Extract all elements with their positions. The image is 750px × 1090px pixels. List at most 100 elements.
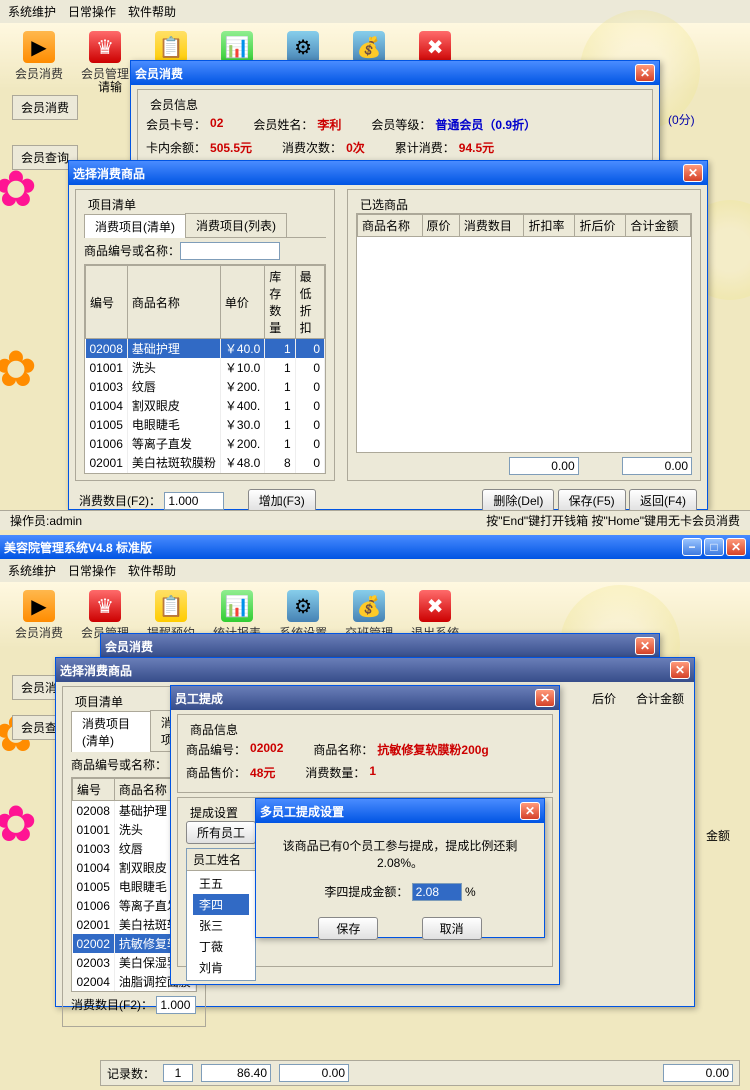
- balance: 505.5元: [210, 139, 252, 156]
- window-title: 会员消费: [105, 638, 153, 655]
- sum2: [622, 457, 692, 475]
- selected-table[interactable]: 商品名称原价消费数目折扣率折后价合计金额: [357, 214, 691, 237]
- col-header[interactable]: 单价: [220, 266, 264, 339]
- table-row[interactable]: 01005电眼睫毛￥30.010: [86, 415, 325, 434]
- table-row[interactable]: 02008基础护理￥40.010: [86, 339, 325, 359]
- col-header[interactable]: 编号: [86, 266, 128, 339]
- goods-price-label: 商品售价：: [186, 764, 246, 781]
- tab-grid[interactable]: 消费项目(列表): [185, 213, 287, 237]
- menu-item[interactable]: 系统维护: [8, 3, 56, 20]
- search-label: 商品编号或名称：: [71, 758, 167, 772]
- table-row[interactable]: 01006等离子直发￥200.10: [86, 434, 325, 453]
- add-button[interactable]: 增加(F3): [248, 489, 316, 512]
- proj-legend: 项目清单: [84, 196, 326, 213]
- table-row[interactable]: 02001美白祛斑软膜粉￥48.080: [86, 453, 325, 472]
- toolbar-会员消费[interactable]: ▶ 会员消费: [15, 590, 63, 641]
- toolbar-icon: ⚙: [287, 590, 319, 622]
- delete-button[interactable]: 删除(Del): [482, 489, 554, 512]
- save-button[interactable]: 保存: [318, 917, 378, 940]
- multi-employee-dialog: 多员工提成设置 ✕ 该商品已有0个员工参与提成，提成比例还剩2.08%。 李四提…: [255, 798, 545, 938]
- qty-label: 消费数目(F2)：: [79, 494, 161, 508]
- menubar: 系统维护 日常操作 软件帮助: [0, 559, 750, 582]
- menu-item[interactable]: 日常操作: [68, 3, 116, 20]
- employee-list[interactable]: 员工姓名 王五李四张三丁薇刘肯: [186, 848, 256, 981]
- qty-label: 消费数目(F2)：: [71, 998, 153, 1012]
- footer-val2: [279, 1064, 349, 1082]
- col-header[interactable]: 折后价: [575, 215, 626, 237]
- selected-legend: 已选商品: [356, 196, 692, 213]
- toolbar-icon: 💰: [353, 31, 385, 63]
- save-button[interactable]: 保存(F5): [558, 489, 626, 512]
- tab-list[interactable]: 消费项目(清单): [71, 711, 151, 752]
- record-count: [163, 1064, 193, 1082]
- col-header[interactable]: 原价: [422, 215, 459, 237]
- col-header[interactable]: 折扣率: [524, 215, 575, 237]
- col-header[interactable]: 最低折扣: [295, 266, 324, 339]
- qty-input[interactable]: [164, 492, 224, 510]
- menu-item[interactable]: 系统维护: [8, 562, 56, 579]
- operator-label: 操作员:: [10, 514, 49, 528]
- toolbar-icon: ✖: [419, 590, 451, 622]
- app-titlebar: 美容院管理系统V4.8 标准版 − □ ✕: [0, 535, 750, 559]
- side-member-consume[interactable]: 会员消费: [12, 95, 78, 120]
- maximize-icon[interactable]: □: [704, 538, 724, 556]
- qty-input[interactable]: [156, 996, 196, 1014]
- goods-table[interactable]: 编号商品名称单价库存数量最低折扣02008基础护理￥40.01001001洗头￥…: [85, 265, 325, 474]
- app-title: 美容院管理系统V4.8 标准版: [4, 539, 152, 556]
- toolbar-icon: ⚙: [287, 31, 319, 63]
- col-header[interactable]: 合计金额: [626, 215, 691, 237]
- table-row[interactable]: 02002抗敏修复软膜粉￥48.0100: [86, 472, 325, 474]
- close-icon[interactable]: ✕: [635, 637, 655, 655]
- col-header[interactable]: 编号: [73, 779, 115, 801]
- cancel-button[interactable]: 取消: [422, 917, 482, 940]
- times-label: 消费次数：: [282, 139, 342, 156]
- tab-list[interactable]: 消费项目(清单): [84, 214, 186, 238]
- table-row[interactable]: 01001洗头￥10.010: [86, 358, 325, 377]
- close-icon[interactable]: ✕: [535, 689, 555, 707]
- table-row[interactable]: 01004割双眼皮￥400.10: [86, 396, 325, 415]
- toolbar-会员消费[interactable]: ▶会员消费: [15, 31, 63, 82]
- goods-qty-label: 消费数量：: [305, 764, 365, 781]
- member-level: 普通会员（0.9折）: [435, 116, 536, 133]
- toolbar-icon: 📊: [221, 31, 253, 63]
- left-panel-label: 请输: [98, 78, 122, 95]
- footer-val3: [663, 1064, 733, 1082]
- col-header[interactable]: 库存数量: [265, 266, 295, 339]
- toolbar-会员管理[interactable]: ♛会员管理: [81, 31, 129, 82]
- toolbar-icon: ▶: [23, 590, 55, 622]
- menu-item[interactable]: 日常操作: [68, 562, 116, 579]
- window-title: 员工提成: [175, 690, 223, 707]
- window-title: 选择消费商品: [60, 662, 132, 679]
- toolbar-label: 会员消费: [15, 624, 63, 641]
- minimize-icon[interactable]: −: [682, 538, 702, 556]
- col-header[interactable]: 商品名称: [358, 215, 423, 237]
- toolbar-icon: 📋: [155, 590, 187, 622]
- employee-item[interactable]: 刘肯: [193, 957, 249, 978]
- employee-item[interactable]: 李四: [193, 894, 249, 915]
- return-button[interactable]: 返回(F4): [629, 489, 697, 512]
- commission-input[interactable]: [412, 883, 462, 901]
- select-goods-window: 选择消费商品 ✕ 项目清单 消费项目(清单) 消费项目(列表) 商品编号或名称：…: [68, 160, 708, 510]
- search-input[interactable]: [180, 242, 280, 260]
- table-row[interactable]: 01003纹唇￥200.10: [86, 377, 325, 396]
- employee-item[interactable]: 王五: [193, 873, 249, 894]
- col-header[interactable]: 商品名称: [127, 266, 220, 339]
- employee-item[interactable]: 丁薇: [193, 936, 249, 957]
- name-label: 会员姓名：: [253, 116, 313, 133]
- close-icon[interactable]: ✕: [635, 64, 655, 82]
- close-icon[interactable]: ✕: [520, 802, 540, 820]
- status-hint: 按"End"键打开钱箱 按"Home"键用无卡会员消费: [486, 512, 740, 529]
- menu-item[interactable]: 软件帮助: [128, 3, 176, 20]
- close-icon[interactable]: ✕: [670, 661, 690, 679]
- toolbar-icon: 📊: [221, 590, 253, 622]
- dialog-msg: 该商品已有0个员工参与提成，提成比例还剩2.08%。: [270, 837, 530, 871]
- close-icon[interactable]: ✕: [683, 164, 703, 182]
- card-no-label: 会员卡号：: [146, 116, 206, 133]
- search-label: 商品编号或名称：: [84, 244, 180, 258]
- close-icon[interactable]: ✕: [726, 538, 746, 556]
- menu-item[interactable]: 软件帮助: [128, 562, 176, 579]
- all-emp-button[interactable]: 所有员工: [186, 821, 256, 844]
- col-header[interactable]: 消费数目: [459, 215, 524, 237]
- employee-item[interactable]: 张三: [193, 915, 249, 936]
- toolbar-icon: ✖: [419, 31, 451, 63]
